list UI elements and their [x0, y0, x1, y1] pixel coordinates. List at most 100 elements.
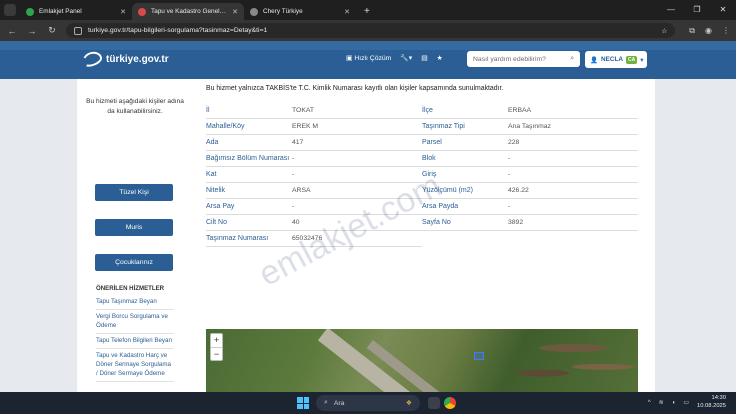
browser-tab-tapu[interactable]: Tapu ve Kadastro Genel Müdürlü... ✕	[132, 3, 244, 20]
property-details-grid: İl TOKAT İlçe ERBAA Mahalle/Köy EREK M Taşı…	[206, 103, 638, 247]
site-search-input[interactable]: Nasıl yardım edebilirim? ⌕	[467, 51, 580, 67]
forward-icon[interactable]: →	[26, 26, 38, 36]
profile-icon[interactable]: ◉	[705, 26, 712, 36]
search-highlight-icon: ❖	[405, 400, 412, 407]
clock[interactable]: 14:30 10.08.2025	[697, 395, 726, 410]
left-sidebar: Bu hizmeti aşağıdaki kişiler adına da ku…	[77, 79, 192, 392]
detail-row: Nitelik ARSA Yüzölçümü (m2) 426.22	[206, 183, 638, 199]
right-gutter	[655, 79, 736, 392]
quick-solution-label: Hızlı Çözüm	[354, 55, 392, 62]
app-icon[interactable]	[428, 397, 440, 409]
favorites-star-icon[interactable]: ★	[437, 54, 443, 62]
new-tab-button[interactable]: +	[356, 3, 378, 20]
field-value: -	[508, 171, 511, 178]
detail-row: Mahalle/Köy EREK M Taşınmaz Tipi Ana Taşın…	[206, 119, 638, 135]
turkiye-gov-favicon-icon	[138, 7, 146, 16]
tools-dropdown[interactable]: 🔧▾	[400, 54, 412, 62]
window-controls: — ❐ ✕	[658, 0, 736, 20]
site-header: türkiye.gov.tr ▣ Hızlı Çözüm 🔧▾ ▤ ★ Nası…	[0, 41, 736, 79]
field-label: Mahalle/Köy	[206, 123, 245, 130]
field-label: Yüzölçümü (m2)	[422, 187, 473, 194]
search-placeholder: Nasıl yardım edebilirim?	[473, 55, 546, 63]
detail-row: Bağımsız Bölüm Numarası - Blok -	[206, 151, 638, 167]
browser-tab-chery[interactable]: Chery Türkiye ✕	[244, 3, 356, 20]
volume-icon[interactable]: ◖	[672, 400, 676, 406]
field-label: İl	[206, 107, 210, 114]
detail-row: Cilt No 40 Sayfa No 3892	[206, 215, 638, 231]
search-icon: ⌕	[324, 399, 328, 406]
field-label: Arsa Pay	[206, 203, 235, 210]
taskbar-search[interactable]: ⌕ Ara ❖	[316, 395, 420, 411]
reload-icon[interactable]: ↻	[46, 25, 58, 36]
back-icon[interactable]: ←	[6, 26, 18, 36]
menu-icon[interactable]: ⋮	[722, 26, 730, 36]
field-label: Blok	[422, 155, 436, 162]
battery-icon[interactable]: ▭	[683, 399, 689, 406]
empty-cell	[422, 231, 638, 247]
service-link[interactable]: Vergi Borcu Sorgulama ve Ödeme	[96, 310, 174, 334]
tab-label: Chery Türkiye	[263, 8, 303, 15]
close-window-icon[interactable]: ✕	[710, 0, 736, 20]
chevron-down-icon: ▾	[640, 56, 644, 64]
maximize-icon[interactable]: ❐	[684, 0, 710, 20]
extensions-icon[interactable]: ⧉	[689, 26, 695, 36]
service-link[interactable]: Tapu Telefon Bilgileri Beyan	[96, 334, 174, 349]
field-label: Kat	[206, 171, 217, 178]
close-tab-icon[interactable]: ✕	[120, 8, 126, 16]
user-name: NECLA	[600, 56, 623, 63]
url-text: turkiye.gov.tr/tapu-bilgileri-sorgulama?…	[88, 27, 268, 34]
field-label: Sayfa No	[422, 219, 451, 226]
wifi-icon[interactable]: ≋	[659, 399, 664, 406]
user-menu-button[interactable]: 👤 NECLA CA ▾	[585, 51, 647, 68]
field-label: İlçe	[422, 107, 433, 114]
detail-row: Taşınmaz Numarası 65032476	[206, 231, 638, 247]
parcel-highlight[interactable]	[474, 352, 484, 360]
turkiye-gov-logo-icon	[80, 49, 104, 69]
minimize-icon[interactable]: —	[658, 0, 684, 20]
parcel-map[interactable]: + −	[206, 329, 638, 392]
zoom-out-button[interactable]: −	[211, 347, 222, 360]
site-logo[interactable]: türkiye.gov.tr	[80, 49, 169, 69]
deceased-button[interactable]: Muris	[95, 219, 173, 236]
detail-row: Ada 417 Parsel 228	[206, 135, 638, 151]
detail-row: İl TOKAT İlçe ERBAA	[206, 103, 638, 119]
legal-entity-button[interactable]: Tüzel Kişi	[95, 184, 173, 201]
address-bar[interactable]: turkiye.gov.tr/tapu-bilgileri-sorgulama?…	[66, 23, 676, 38]
chevron-up-icon[interactable]: ^	[648, 400, 651, 406]
chrome-icon[interactable]	[444, 397, 456, 409]
field-value: -	[508, 155, 511, 162]
start-button[interactable]	[297, 397, 309, 409]
field-label: Cilt No	[206, 219, 228, 226]
children-button[interactable]: Çocuklarınız	[95, 254, 173, 271]
field-value: 426.22	[508, 187, 529, 194]
service-link[interactable]: Tapu ve Kadastro Harç ve Döner Sermaye S…	[96, 349, 174, 382]
field-label: Taşınmaz Numarası	[206, 235, 269, 242]
search-icon[interactable]: ⌕	[570, 55, 574, 63]
field-value: Ana Taşınmaz	[508, 123, 551, 130]
system-tray: ^ ≋ ◖ ▭ 14:30 10.08.2025	[648, 395, 726, 410]
header-top-strip	[0, 41, 736, 50]
field-label: Nitelik	[206, 187, 226, 194]
field-value: -	[508, 203, 511, 210]
field-label: Taşınmaz Tipi	[422, 123, 465, 130]
intro-text: Bu hizmet yalnızca TAKBİS'te T.C. Kimlik…	[206, 85, 504, 92]
site-info-icon[interactable]	[74, 26, 82, 35]
clock-date: 10.08.2025	[696, 402, 726, 409]
field-value: 417	[292, 139, 304, 146]
bookmark-star-icon[interactable]: ☆	[661, 27, 667, 35]
quick-solution-link[interactable]: ▣ Hızlı Çözüm	[346, 54, 391, 62]
tab-search-button[interactable]	[4, 4, 16, 16]
page-viewport: türkiye.gov.tr ▣ Hızlı Çözüm 🔧▾ ▤ ★ Nası…	[0, 41, 736, 392]
service-link[interactable]: Tapu Taşınmaz Beyan	[96, 295, 174, 310]
field-label: Arsa Payda	[422, 203, 459, 210]
sidebar-note: Bu hizmeti aşağıdaki kişiler adına da ku…	[86, 98, 184, 115]
field-value: EREK M	[292, 123, 319, 130]
browser-toolbar: ← → ↻ turkiye.gov.tr/tapu-bilgileri-sorg…	[0, 20, 736, 41]
close-tab-icon[interactable]: ✕	[344, 8, 350, 16]
zoom-in-button[interactable]: +	[211, 334, 222, 347]
user-badge: CA	[625, 55, 638, 64]
field-value: 65032476	[292, 235, 323, 242]
card-icon[interactable]: ▤	[421, 54, 427, 62]
browser-tab-emlakjet[interactable]: Emlakjet Panel ✕	[20, 3, 132, 20]
close-tab-icon[interactable]: ✕	[232, 8, 238, 16]
